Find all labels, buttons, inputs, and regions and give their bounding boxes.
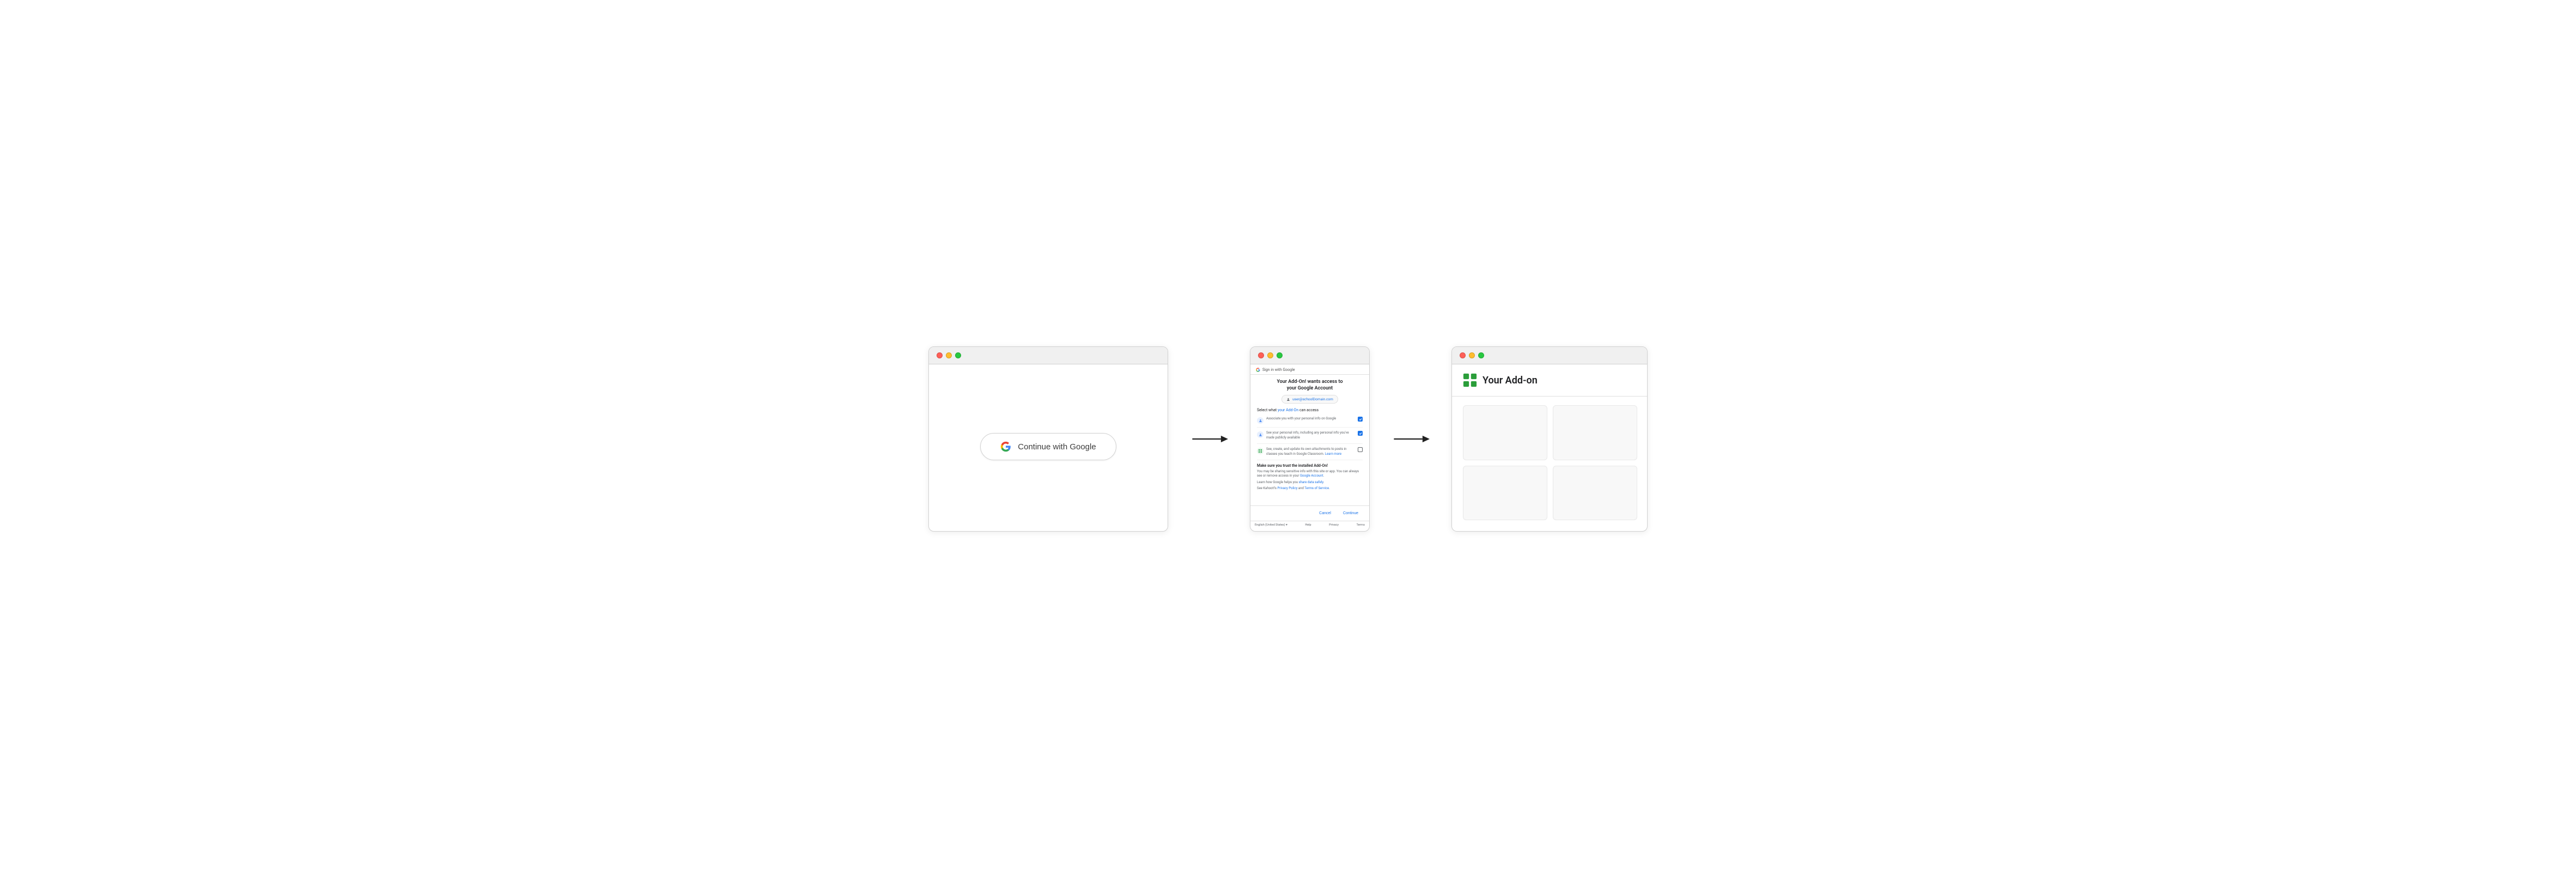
permission-icon-1 [1257, 417, 1263, 424]
flow-container: Continue with Google [907, 346, 1669, 532]
addon-card-1 [1463, 405, 1547, 460]
permission-icon-3 [1257, 448, 1263, 454]
browser-window-2: Sign in with Google Your Add-On! wants a… [1250, 346, 1370, 532]
person-icon-1 [1259, 419, 1262, 423]
addon-title: Your Add-on [1483, 375, 1538, 386]
browser-content-3: Your Add-on [1452, 364, 1648, 529]
auth-body: Your Add-On! wants access to your Google… [1250, 375, 1369, 505]
auth-dialog: Sign in with Google Your Add-On! wants a… [1250, 364, 1369, 529]
dot-green-1 [955, 352, 961, 358]
dot-red-2 [1258, 352, 1264, 358]
auth-email: user@schoolDomain.com [1292, 397, 1333, 401]
auth-header-label: Sign in with Google [1262, 368, 1295, 372]
permission-icon-2 [1257, 431, 1263, 438]
google-g-icon [1000, 441, 1011, 452]
email-icon [1286, 398, 1290, 401]
trust-text-1: You may be sharing sensitive info with t… [1257, 470, 1363, 479]
browser-window-1: Continue with Google [928, 346, 1168, 532]
trust-text-2: Learn how Google helps you share data sa… [1257, 480, 1363, 485]
dot-yellow-3 [1469, 352, 1475, 358]
arrow-2 [1392, 431, 1430, 447]
footer-privacy-link[interactable]: Privacy [1329, 523, 1339, 527]
checkmark-icon-2 [1359, 432, 1362, 435]
auth-title: Your Add-On! wants access to your Google… [1257, 379, 1363, 392]
dot-green-3 [1478, 352, 1484, 358]
permission-text-3: See, create, and update its own attachme… [1266, 447, 1355, 456]
permission-checkbox-1[interactable] [1358, 417, 1363, 422]
auth-actions: Cancel Continue [1250, 505, 1369, 521]
addon-card-3 [1463, 466, 1547, 521]
permission-text-1: Associate you with your personal info on… [1266, 417, 1355, 421]
browser-content-1: Continue with Google [929, 364, 1168, 529]
auth-subtitle: Select what your Add-On can access [1257, 408, 1363, 412]
arrow-1 [1190, 431, 1228, 447]
toolbar-2 [1250, 347, 1369, 364]
addon-body [1452, 397, 1648, 529]
privacy-policy-link[interactable]: Privacy Policy [1278, 486, 1298, 490]
permission-checkbox-3[interactable] [1358, 447, 1363, 452]
arrow-2-svg [1392, 431, 1430, 447]
addon-card-2 [1553, 405, 1637, 460]
person-icon-2 [1259, 433, 1262, 437]
google-g-small-icon [1256, 368, 1260, 372]
addon-link[interactable]: your Add-On [1278, 408, 1298, 412]
continue-with-google-label: Continue with Google [1018, 442, 1096, 452]
trust-title: Make sure you trust the installed Add-On… [1257, 464, 1363, 468]
addon-card-4 [1553, 466, 1637, 521]
dot-red-1 [937, 352, 943, 358]
permission-row-1: Associate you with your personal info on… [1257, 417, 1363, 428]
learn-more-link[interactable]: Learn more [1325, 452, 1341, 456]
browser-content-2: Sign in with Google Your Add-On! wants a… [1250, 364, 1369, 529]
auth-footer: English (United States) ▾ Help Privacy T… [1250, 521, 1369, 529]
cancel-button[interactable]: Cancel [1315, 509, 1335, 517]
footer-terms-link[interactable]: Terms [1357, 523, 1365, 527]
share-data-link[interactable]: share data safely [1299, 480, 1323, 484]
dot-yellow-1 [946, 352, 952, 358]
browser-window-3: Your Add-on [1451, 346, 1648, 532]
footer-language: English (United States) ▾ [1255, 523, 1287, 527]
toolbar-3 [1452, 347, 1647, 364]
permission-checkbox-2[interactable] [1358, 431, 1363, 436]
addon-header: Your Add-on [1452, 364, 1648, 397]
trust-section: Make sure you trust the installed Add-On… [1257, 464, 1363, 491]
checkmark-icon-1 [1359, 418, 1362, 421]
footer-help-link[interactable]: Help [1305, 523, 1311, 527]
auth-dialog-header: Sign in with Google [1250, 364, 1369, 375]
permission-row-2: See your personal info, including any pe… [1257, 431, 1363, 444]
permission-row-3: See, create, and update its own attachme… [1257, 447, 1363, 460]
auth-email-pill: user@schoolDomain.com [1281, 395, 1338, 404]
google-account-link[interactable]: Google Account [1300, 474, 1323, 478]
classroom-icon [1258, 449, 1262, 453]
arrow-1-svg [1190, 431, 1228, 447]
continue-with-google-button[interactable]: Continue with Google [980, 433, 1116, 460]
addon-logo-icon [1463, 373, 1477, 387]
dot-green-2 [1277, 352, 1283, 358]
toolbar-1 [929, 347, 1168, 364]
terms-of-service-link[interactable]: Terms of Service [1304, 486, 1329, 490]
dot-yellow-2 [1267, 352, 1273, 358]
continue-button[interactable]: Continue [1339, 509, 1363, 517]
trust-text-3: See Kahoot!'s Privacy Policy and Terms o… [1257, 486, 1363, 491]
dot-red-3 [1460, 352, 1466, 358]
permission-text-2: See your personal info, including any pe… [1266, 431, 1355, 440]
